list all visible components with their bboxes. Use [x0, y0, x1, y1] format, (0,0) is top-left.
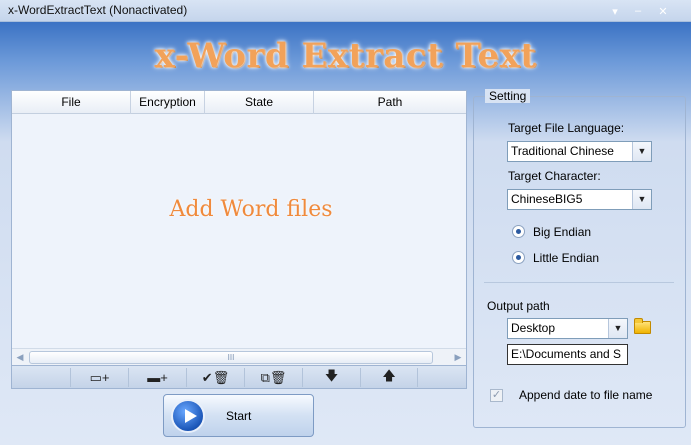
column-path[interactable]: Path	[314, 91, 466, 114]
file-toolbar: ▭+ ▬+ ✔🗑 ⧉🗑 🡇 🡅	[11, 366, 467, 389]
append-date-label[interactable]: Append date to file name	[519, 388, 652, 402]
language-value: Traditional Chinese	[511, 144, 614, 158]
character-select[interactable]: ChineseBIG5 ▼	[507, 189, 652, 210]
chevron-down-icon[interactable]: ▼	[608, 319, 627, 338]
copy-delete-icon: ⧉🗑	[260, 369, 287, 385]
big-endian-radio[interactable]	[512, 225, 525, 238]
language-select[interactable]: Traditional Chinese ▼	[507, 141, 652, 162]
minimize-icon[interactable]: –	[630, 3, 646, 19]
check-delete-icon: ✔🗑	[201, 369, 230, 385]
scroll-right-icon[interactable]: ▶	[452, 352, 464, 363]
output-path-label: Output path	[487, 299, 550, 313]
chevron-down-icon[interactable]: ▼	[632, 142, 651, 161]
add-folder-button[interactable]: ▬+	[128, 368, 186, 387]
language-label: Target File Language:	[508, 121, 625, 135]
column-state[interactable]: State	[205, 91, 314, 114]
output-location-select[interactable]: Desktop ▼	[507, 318, 628, 339]
arrow-up-icon: 🡅	[382, 367, 396, 383]
add-word-files-hint[interactable]: Add Word files	[12, 197, 490, 222]
remove-all-button[interactable]: ⧉🗑	[244, 368, 302, 387]
column-file[interactable]: File	[12, 91, 131, 114]
append-date-checkbox[interactable]: ✓	[490, 389, 503, 402]
settings-divider	[484, 282, 674, 283]
move-down-button[interactable]: 🡇	[302, 368, 360, 387]
file-list-header: File Encryption State Path	[12, 91, 466, 114]
add-folder-icon: ▬+	[147, 370, 168, 385]
play-icon	[171, 399, 205, 433]
app-banner: x-Word Extract Text	[154, 36, 537, 76]
chevron-down-icon[interactable]: ▼	[632, 190, 651, 209]
little-endian-radio[interactable]	[512, 251, 525, 264]
scroll-left-icon[interactable]: ◀	[14, 352, 26, 363]
browse-folder-icon[interactable]	[634, 318, 651, 334]
menu-dropdown-icon[interactable]: ▾	[607, 3, 623, 19]
remove-checked-button[interactable]: ✔🗑	[186, 368, 244, 387]
character-value: ChineseBIG5	[511, 192, 583, 206]
output-location-value: Desktop	[511, 321, 556, 335]
close-icon[interactable]: ✕	[655, 3, 671, 19]
add-file-button[interactable]: ▭+	[70, 368, 128, 387]
start-label: Start	[226, 409, 252, 423]
horizontal-scrollbar[interactable]: ◀ III ▶	[12, 348, 466, 365]
arrow-down-icon: 🡇	[324, 367, 339, 383]
scroll-thumb[interactable]: III	[29, 351, 433, 364]
column-encryption[interactable]: Encryption	[131, 91, 205, 114]
settings-legend: Setting	[485, 89, 531, 103]
window-title-app: x-WordExtractText	[8, 3, 106, 17]
character-label: Target Character:	[508, 169, 601, 183]
add-file-icon: ▭+	[89, 369, 110, 385]
file-list-panel[interactable]: File Encryption State Path Add Word file…	[11, 90, 467, 366]
window-titlebar: x-WordExtractText (Nonactivated) ▾ – ✕	[0, 0, 691, 22]
move-up-button[interactable]: 🡅	[360, 368, 418, 387]
window-title-activation: (Nonactivated)	[109, 3, 188, 17]
output-path-field[interactable]: E:\Documents and S	[507, 344, 628, 365]
little-endian-label[interactable]: Little Endian	[533, 251, 599, 265]
window-title: x-WordExtractText (Nonactivated)	[8, 3, 187, 17]
big-endian-label[interactable]: Big Endian	[533, 225, 591, 239]
start-button[interactable]: Start	[163, 394, 314, 437]
